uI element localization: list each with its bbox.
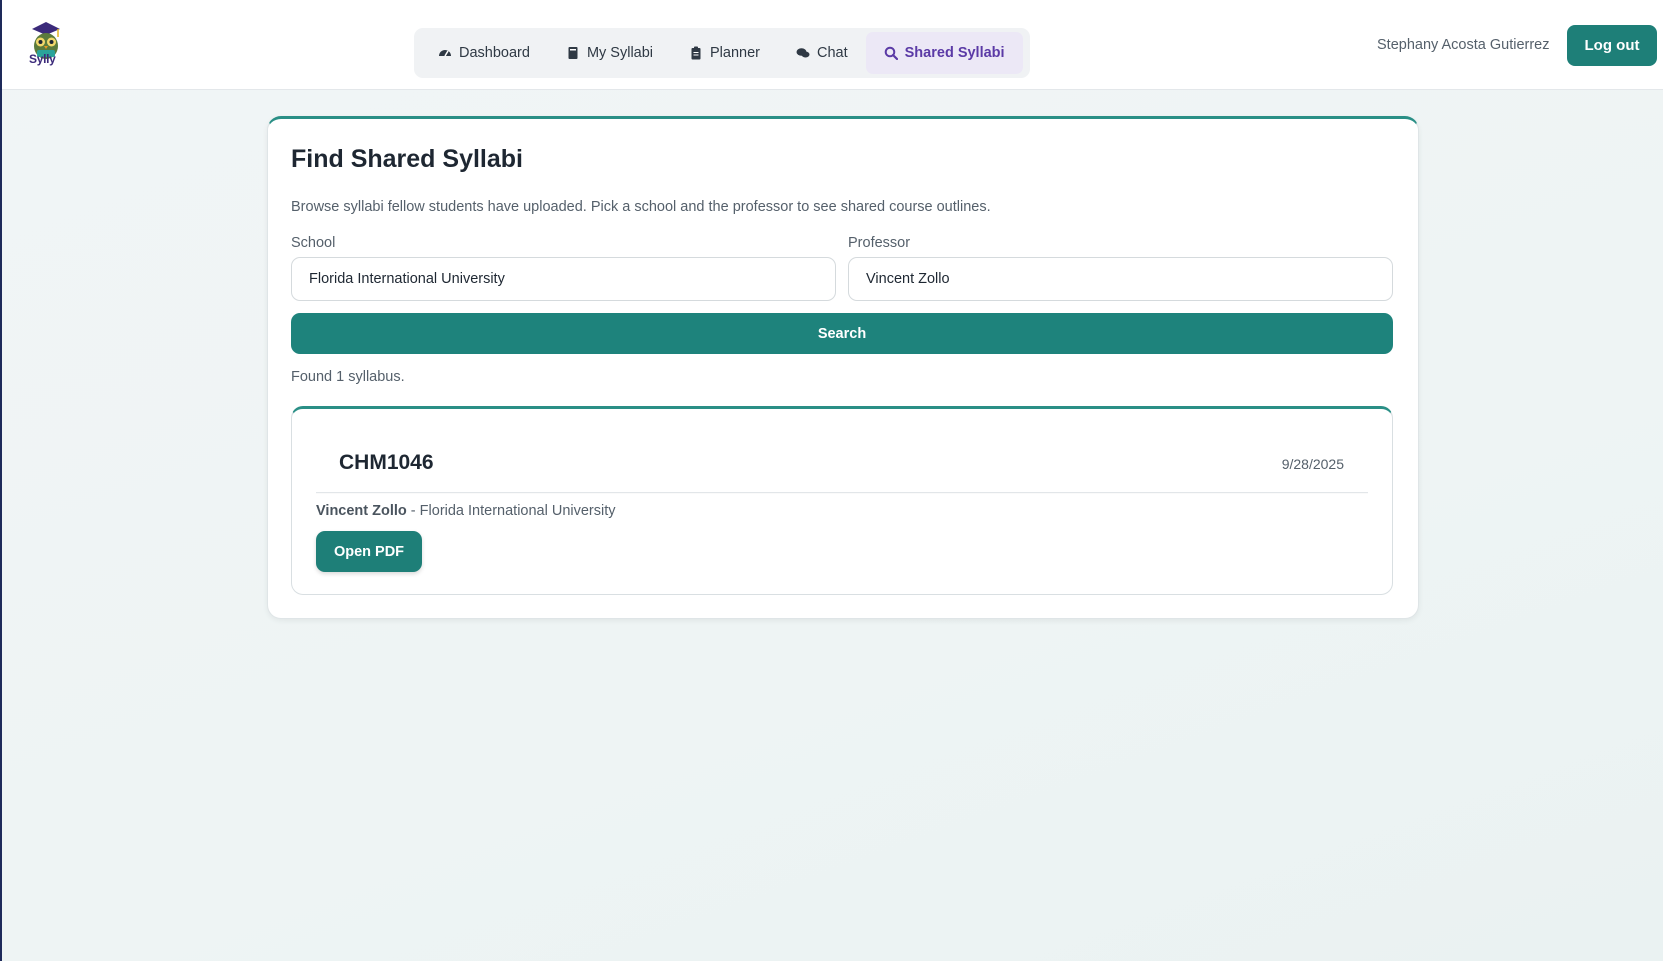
open-pdf-button[interactable]: Open PDF <box>316 531 422 572</box>
syllabus-result-card: CHM1046 9/28/2025 Vincent Zollo - Florid… <box>291 406 1393 595</box>
main-nav: Dashboard My Syllabi Planner Chat Shared… <box>414 28 1030 78</box>
nav-dashboard-label: Dashboard <box>459 45 530 61</box>
meta-separator: - <box>406 503 420 519</box>
professor-input[interactable] <box>848 257 1393 301</box>
nav-shared-syllabi-label: Shared Syllabi <box>904 45 1005 61</box>
nav-my-syllabi-label: My Syllabi <box>586 45 654 61</box>
nav-planner-label: Planner <box>710 45 760 61</box>
results-count: Found 1 syllabus. <box>291 369 405 385</box>
upload-date: 9/28/2025 <box>1281 456 1344 472</box>
course-code: CHM1046 <box>339 451 434 474</box>
nav-shared-syllabi[interactable]: Shared Syllabi <box>865 32 1023 74</box>
book-icon <box>566 46 580 60</box>
chat-icon <box>796 46 810 60</box>
school-label: School <box>291 235 336 251</box>
search-icon <box>884 46 898 60</box>
result-school: Florida International University <box>419 503 616 519</box>
result-header: CHM1046 9/28/2025 <box>316 433 1368 493</box>
gauge-icon <box>438 46 452 60</box>
page-title: Find Shared Syllabi <box>291 145 523 173</box>
user-name: Stephany Acosta Gutierrez <box>1377 37 1550 53</box>
professor-label: Professor <box>848 235 911 251</box>
nav-chat[interactable]: Chat <box>778 32 866 74</box>
nav-planner[interactable]: Planner <box>671 32 778 74</box>
nav-my-syllabi[interactable]: My Syllabi <box>548 32 671 74</box>
search-button[interactable]: Search <box>291 313 1393 354</box>
logo-wordmark: Sylly <box>29 52 56 66</box>
school-input[interactable] <box>291 257 836 301</box>
nav-chat-label: Chat <box>817 45 848 61</box>
clipboard-icon <box>689 46 703 60</box>
logout-button[interactable]: Log out <box>1567 25 1657 66</box>
nav-dashboard[interactable]: Dashboard <box>420 32 548 74</box>
page-description: Browse syllabi fellow students have uplo… <box>291 199 991 215</box>
find-syllabi-card: Find Shared Syllabi Browse syllabi fello… <box>267 116 1419 619</box>
result-meta: Vincent Zollo - Florida International Un… <box>316 503 616 519</box>
top-header: Sylly Dashboard My Syllabi Planner Chat <box>2 0 1663 90</box>
result-professor: Vincent Zollo <box>316 503 407 519</box>
